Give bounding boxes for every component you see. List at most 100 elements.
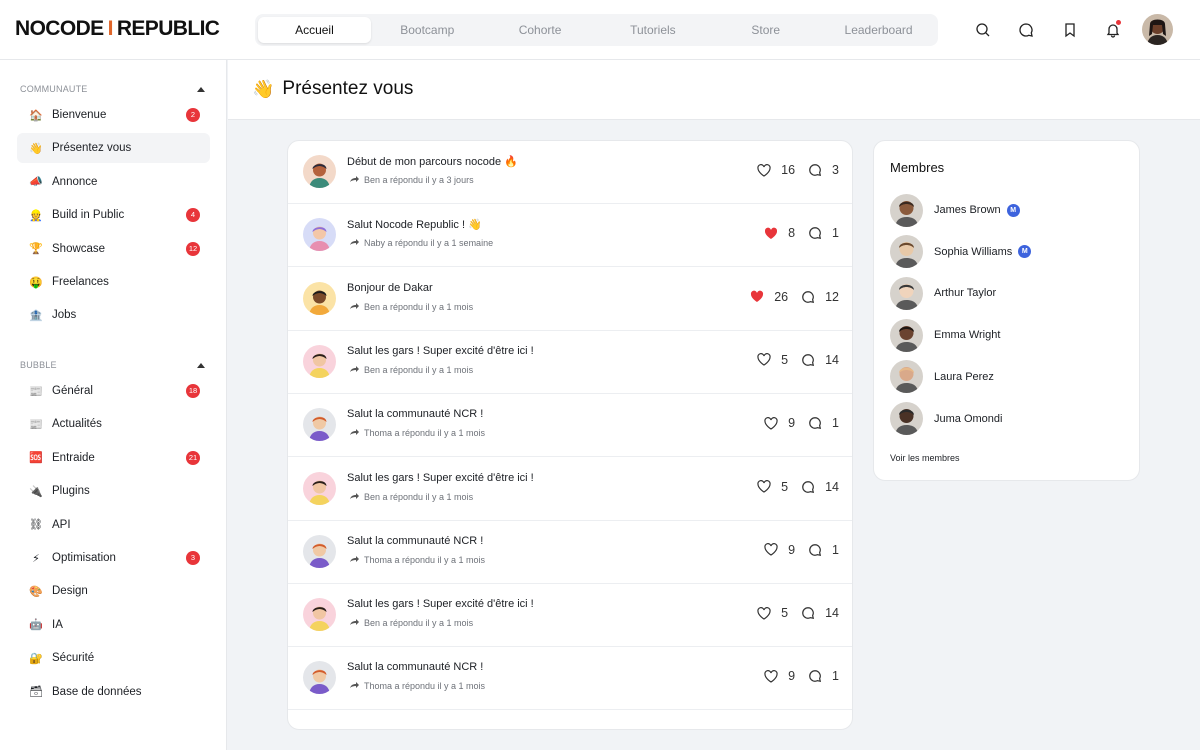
post-title[interactable]: Début de mon parcours nocode 🔥 — [347, 155, 518, 168]
sidebar-item-base-de-donn-es[interactable]: 🗃 Base de données — [17, 677, 210, 707]
channel-emoji-icon: 🏠 — [29, 109, 43, 122]
author-avatar — [303, 344, 336, 378]
post-row[interactable]: Début de mon parcours nocode 🔥 Ben a répo… — [288, 141, 852, 204]
comment-count: 1 — [832, 669, 839, 684]
user-avatar[interactable] — [1142, 14, 1173, 45]
post-row[interactable]: Salut la communauté NCR ! Thoma a répondu… — [288, 647, 852, 711]
post-stats: 5 14 — [757, 480, 839, 494]
sidebar-item-g-n-ral[interactable]: 📰 Général 18 — [17, 376, 210, 406]
reply-arrow-icon — [349, 365, 359, 374]
heart-filled-icon — [750, 290, 769, 303]
like-button[interactable]: 5 — [757, 480, 788, 494]
post-title[interactable]: Bonjour de Dakar — [347, 282, 433, 294]
sidebar-item-s-curit-[interactable]: 🔐 Sécurité — [17, 643, 210, 673]
member-item[interactable]: Laura Perez — [890, 360, 1120, 394]
logo[interactable]: NOCODE I REPUBLIC — [15, 17, 220, 41]
author-avatar — [303, 661, 336, 695]
post-title[interactable]: Salut la communauté NCR ! — [347, 408, 483, 420]
sidebar-item-ia[interactable]: 🤖 IA — [17, 610, 210, 640]
post-row[interactable]: Salut la communauté NCR ! Thoma a répondu… — [288, 521, 852, 584]
tab-bootcamp[interactable]: Bootcamp — [371, 17, 484, 43]
member-item[interactable]: Juma Omondi — [890, 402, 1120, 436]
comment-button[interactable]: 14 — [801, 606, 839, 620]
sidebar-item-optimisation[interactable]: ⚡ Optimisation 3 — [17, 543, 210, 573]
chat-icon[interactable] — [1015, 19, 1037, 41]
comment-button[interactable]: 1 — [808, 416, 839, 430]
like-count: 9 — [788, 669, 796, 684]
like-button[interactable]: 16 — [757, 163, 795, 177]
post-title[interactable]: Salut les gars ! Super excité d'être ici… — [347, 345, 534, 357]
comment-button[interactable]: 14 — [801, 353, 839, 367]
sidebar-item-bienvenue[interactable]: 🏠 Bienvenue 2 — [17, 100, 210, 130]
caret-up-icon — [197, 86, 205, 92]
see-members-link[interactable]: Voir les membres — [890, 453, 960, 463]
like-button[interactable]: 9 — [764, 543, 795, 557]
tab-cohorte[interactable]: Cohorte — [484, 17, 597, 43]
post-title[interactable]: Salut Nocode Republic ! 👋 — [347, 218, 482, 231]
post-row[interactable]: Salut les gars ! Super excité d'être ici… — [288, 331, 852, 394]
sidebar-item-label: Bienvenue — [52, 109, 107, 121]
post-row[interactable]: Bonjour de Dakar Ben a répondu il y a 1 m… — [288, 268, 852, 331]
member-item[interactable]: Sophia Williams M — [890, 235, 1120, 269]
tab-tutoriels[interactable]: Tutoriels — [596, 17, 709, 43]
member-avatar — [890, 360, 923, 394]
page-title: 👋 Présentez vous — [252, 78, 413, 100]
sidebar-item-api[interactable]: ⛓ API — [17, 510, 210, 540]
sidebar-item-annonce[interactable]: 📣 Annonce — [17, 167, 210, 197]
section-header-communaute[interactable]: COMMUNAUTE — [20, 82, 205, 96]
post-title[interactable]: Salut les gars ! Super excité d'être ici… — [347, 472, 534, 484]
member-avatar — [890, 318, 923, 352]
tab-accueil[interactable]: Accueil — [258, 17, 371, 43]
tab-leaderboard[interactable]: Leaderboard — [822, 17, 935, 43]
like-button[interactable]: 8 — [764, 226, 795, 240]
section-header-bubble[interactable]: BUBBLE — [20, 358, 205, 372]
sidebar-item-plugins[interactable]: 🔌 Plugins — [17, 476, 210, 506]
member-item[interactable]: Arthur Taylor — [890, 276, 1120, 310]
post-reply-meta: Thoma a répondu il y a 1 mois — [349, 681, 485, 691]
post-title[interactable]: Salut les gars ! Super excité d'être ici… — [347, 598, 534, 610]
like-button[interactable]: 9 — [764, 416, 795, 430]
post-reply-meta: Ben a répondu il y a 1 mois — [349, 618, 473, 628]
bookmark-icon[interactable] — [1059, 19, 1081, 41]
member-item[interactable]: James Brown M — [890, 193, 1120, 227]
sidebar-item-freelances[interactable]: 🤑 Freelances — [17, 267, 210, 297]
like-button[interactable]: 9 — [764, 669, 795, 683]
sidebar-item-entraide[interactable]: 🆘 Entraide 21 — [17, 443, 210, 473]
post-row[interactable]: Salut la communauté NCR ! Thoma a répondu… — [288, 394, 852, 458]
tab-store[interactable]: Store — [709, 17, 822, 43]
sidebar-item-pr-sentez-vous[interactable]: 👋 Présentez vous — [17, 133, 210, 164]
comment-button[interactable]: 14 — [801, 480, 839, 494]
post-row[interactable]: Salut Nocode Republic ! 👋 Naby a répondu … — [288, 204, 852, 268]
comment-button[interactable]: 12 — [801, 290, 839, 304]
sidebar-item-jobs[interactable]: 🏦 Jobs — [17, 300, 210, 330]
comment-count: 14 — [825, 606, 839, 621]
bell-icon[interactable] — [1102, 19, 1124, 41]
post-row[interactable]: Salut les gars ! Super excité d'être ici… — [288, 584, 852, 648]
sidebar-item-showcase[interactable]: 🏆 Showcase 12 — [17, 234, 210, 264]
member-item[interactable]: Emma Wright — [890, 318, 1120, 352]
post-stats: 91 — [764, 543, 839, 557]
post-row[interactable]: Salut les gars ! Super excité d'être ici… — [288, 458, 852, 521]
comment-button[interactable]: 3 — [808, 163, 839, 177]
comment-button[interactable]: 1 — [808, 543, 839, 557]
comment-button[interactable]: 1 — [808, 669, 839, 683]
post-stats: 81 — [764, 226, 839, 240]
sidebar-item-build-in-public[interactable]: 👷 Build in Public 4 — [17, 200, 210, 230]
sidebar-item-actualit-s[interactable]: 📰 Actualités — [17, 409, 210, 439]
like-button[interactable]: 5 — [757, 606, 788, 620]
members-title: Membres — [890, 160, 945, 175]
search-icon[interactable] — [972, 19, 994, 41]
waving-hand-icon: 👋 — [252, 78, 275, 99]
like-button[interactable]: 5 — [757, 353, 788, 367]
moderator-badge: M — [1006, 203, 1020, 217]
post-title[interactable]: Salut la communauté NCR ! — [347, 661, 483, 673]
like-button[interactable]: 26 — [750, 290, 788, 304]
comment-button[interactable]: 1 — [808, 226, 839, 240]
heart-icon — [764, 669, 783, 683]
comment-icon — [808, 226, 827, 240]
author-avatar — [303, 534, 336, 568]
post-title[interactable]: Salut la communauté NCR ! — [347, 535, 483, 547]
comment-count: 14 — [825, 479, 839, 494]
sidebar-item-design[interactable]: 🎨 Design — [17, 576, 210, 606]
reply-arrow-icon — [349, 682, 359, 690]
